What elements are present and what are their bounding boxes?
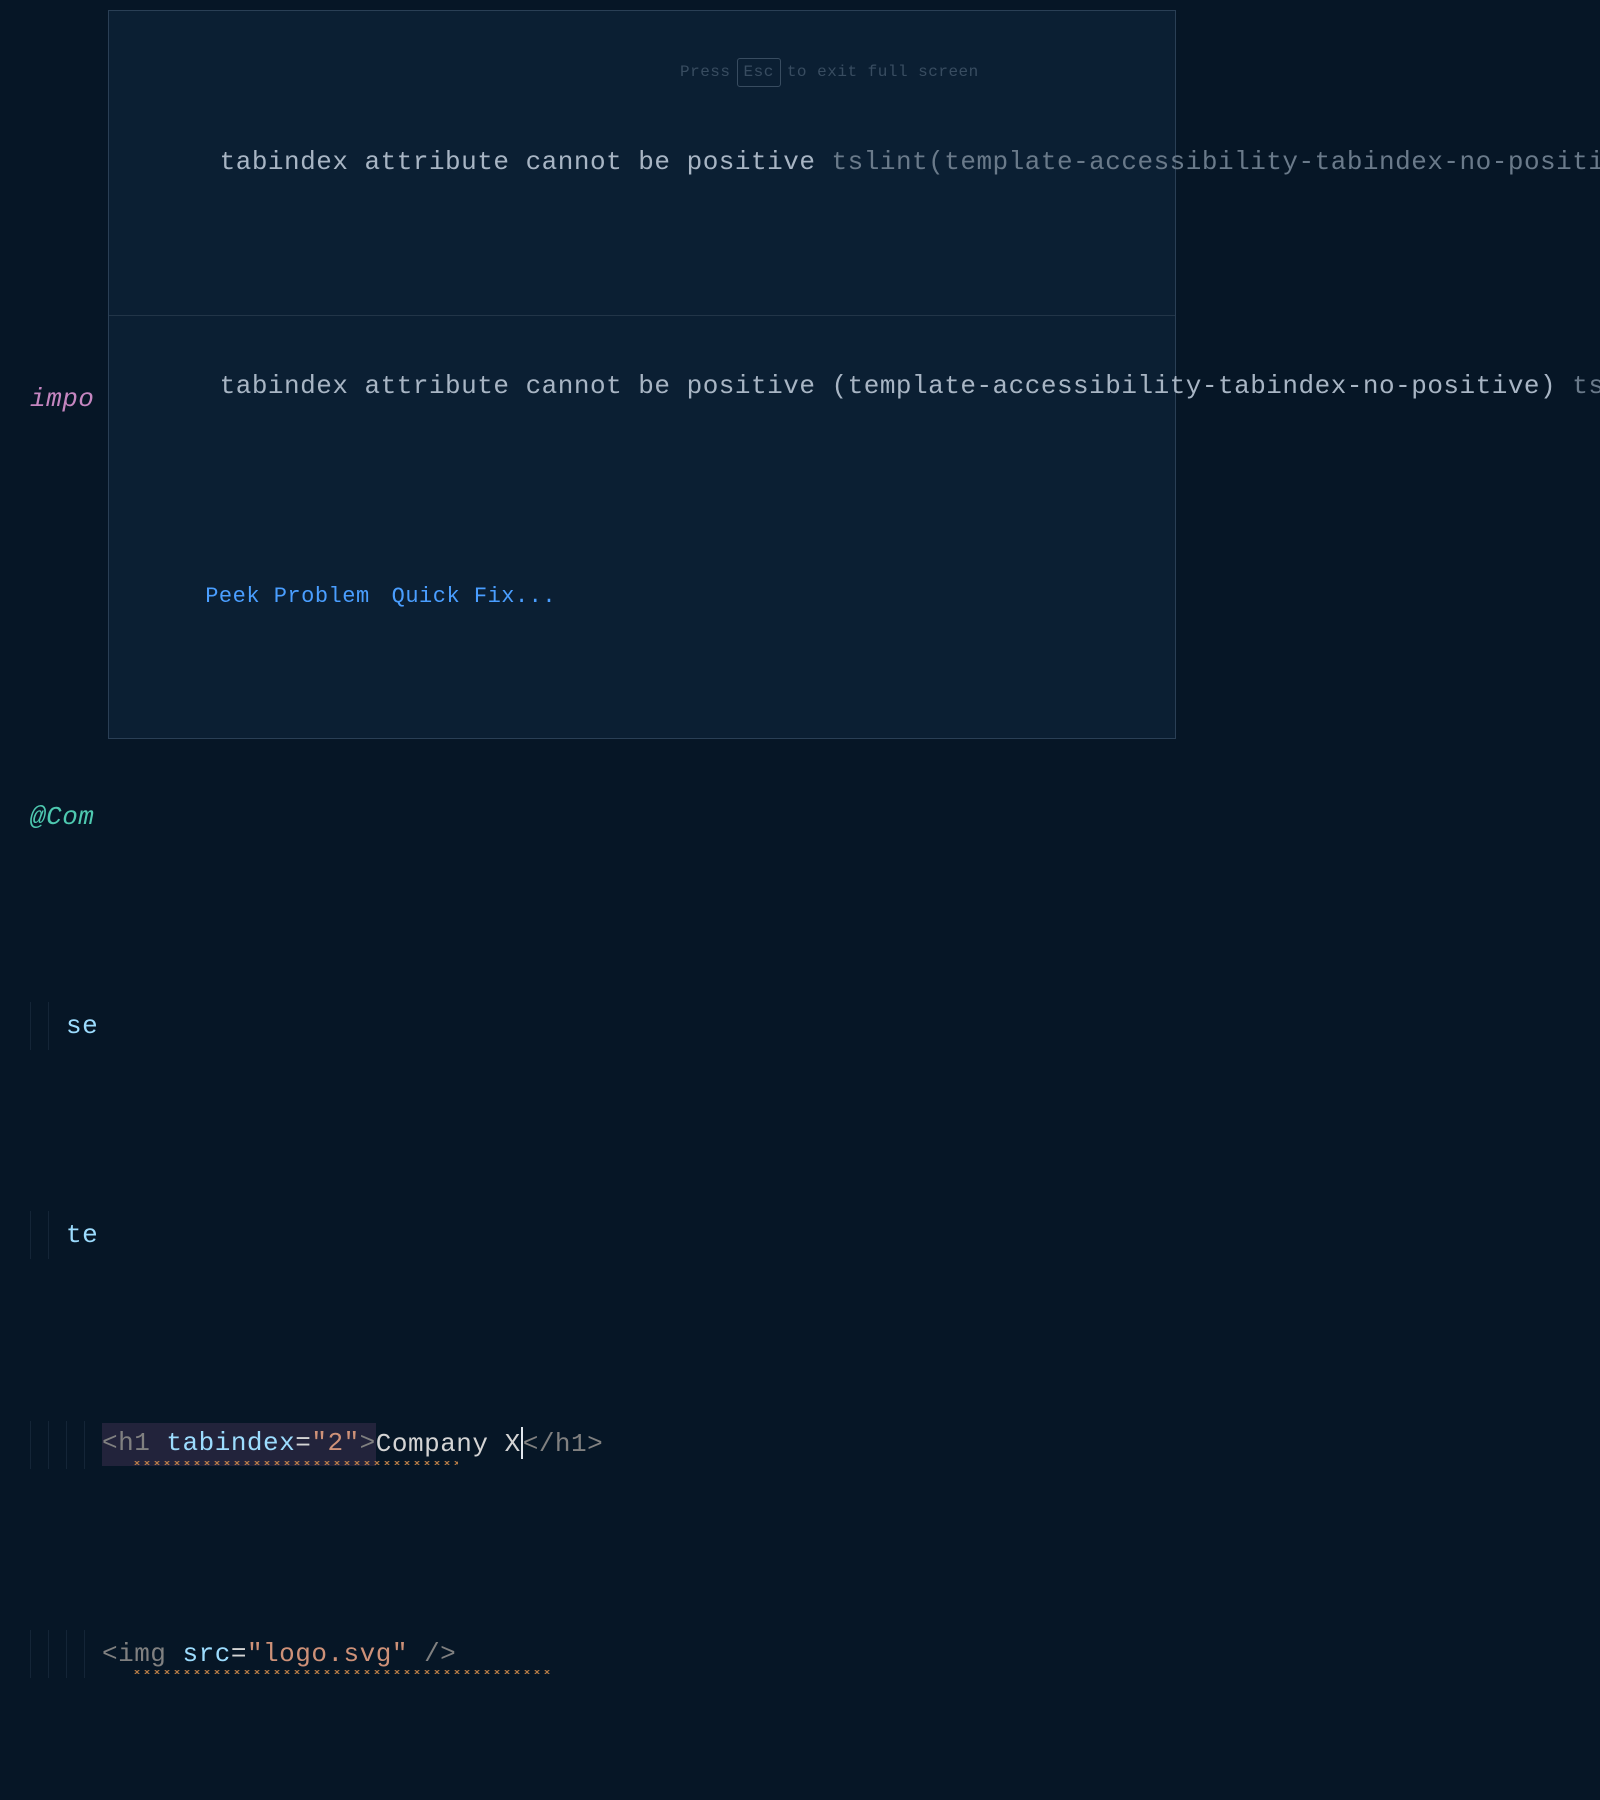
quick-fix-link[interactable]: Quick Fix... bbox=[392, 584, 556, 609]
diagnostic-text: tabindex attribute cannot be positive (t… bbox=[220, 371, 1573, 401]
property: se bbox=[66, 1006, 98, 1046]
code-line[interactable]: @Com bbox=[30, 793, 1600, 841]
property: te bbox=[66, 1215, 98, 1255]
decorator: @Com bbox=[30, 797, 94, 837]
code-line[interactable]: <h1 tabindex="2">Company X</h1> bbox=[30, 1421, 1600, 1469]
code-line[interactable]: <img src="logo.svg" /> bbox=[30, 1630, 1600, 1678]
hover-diagnostic-popup: tabindex attribute cannot be positive ts… bbox=[108, 10, 1176, 739]
keyword-import: impo bbox=[30, 379, 94, 419]
hint-rest: to exit full screen bbox=[787, 60, 979, 85]
hint-press: Press bbox=[680, 60, 731, 85]
diagnostic-text: tabindex attribute cannot be positive bbox=[220, 147, 832, 177]
esc-key-icon: Esc bbox=[737, 58, 781, 87]
code-line[interactable]: se bbox=[30, 1002, 1600, 1050]
diagnostic-source: tslint(template-accessibility-tabindex-n… bbox=[832, 147, 1600, 177]
fullscreen-exit-hint: Press Esc to exit full screen bbox=[680, 58, 979, 87]
diagnostic-actions: Peek Problem Quick Fix... bbox=[109, 540, 1175, 658]
diagnostic-source: tslint(1) bbox=[1572, 371, 1600, 401]
peek-problem-link[interactable]: Peek Problem bbox=[205, 584, 369, 609]
diagnostic-message-1: tabindex attribute cannot be positive ts… bbox=[109, 92, 1175, 235]
diagnostic-message-2: tabindex attribute cannot be positive (t… bbox=[109, 315, 1175, 459]
code-line[interactable]: te bbox=[30, 1211, 1600, 1259]
code-editor[interactable]: tabindex attribute cannot be positive ts… bbox=[0, 0, 1600, 1800]
